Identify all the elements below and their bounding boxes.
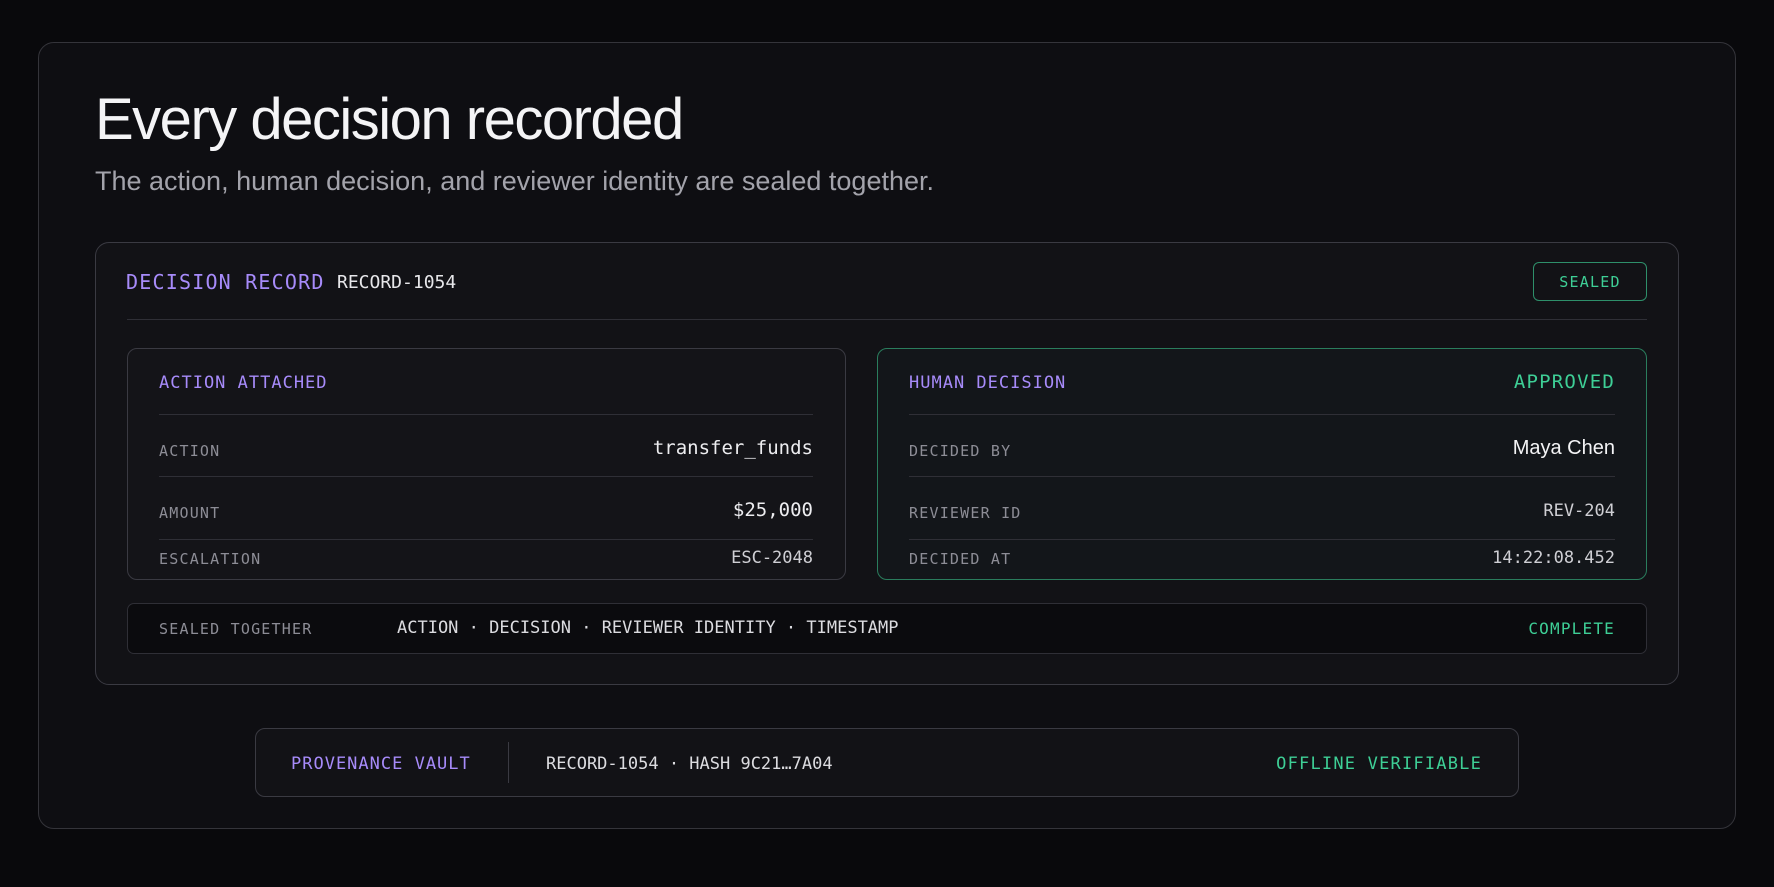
- sealed-together-label: SEALED TOGETHER: [159, 620, 313, 638]
- record-header-divider: [127, 319, 1647, 320]
- action-label: ACTION: [159, 442, 221, 460]
- reviewer-row-divider: [909, 539, 1615, 540]
- decision-panel-divider: [909, 414, 1615, 415]
- amount-row-divider: [159, 539, 813, 540]
- action-panel-heading: ACTION ATTACHED: [159, 373, 328, 393]
- escalation-label: ESCALATION: [159, 550, 262, 568]
- sealed-together-items: ACTION · DECISION · REVIEWER IDENTITY · …: [397, 618, 899, 638]
- escalation-value: ESC-2048: [731, 548, 813, 568]
- amount-label: AMOUNT: [159, 504, 221, 522]
- decided-by-value: Maya Chen: [1512, 437, 1615, 459]
- reviewer-id-label: REVIEWER ID: [909, 504, 1022, 522]
- amount-value: $25,000: [732, 499, 813, 521]
- page-subtitle: The action, human decision, and reviewer…: [95, 166, 935, 196]
- reviewer-id-value: REV-204: [1543, 501, 1615, 521]
- vault-separator: [508, 742, 509, 783]
- vault-record-hash: RECORD-1054 · HASH 9C21…7A04: [546, 754, 833, 774]
- action-row-divider: [159, 476, 813, 477]
- record-label: DECISION RECORD: [126, 270, 325, 294]
- action-panel-divider: [159, 414, 813, 415]
- record-id: RECORD-1054: [337, 272, 457, 293]
- decided-by-row-divider: [909, 476, 1615, 477]
- sealed-status-badge: SEALED: [1533, 262, 1647, 301]
- decision-panel-heading: HUMAN DECISION: [909, 373, 1067, 393]
- decided-at-value: 14:22:08.452: [1492, 548, 1615, 568]
- vault-label: PROVENANCE VAULT: [291, 754, 471, 774]
- sealed-complete-status: COMPLETE: [1528, 619, 1615, 638]
- decided-at-label: DECIDED AT: [909, 550, 1012, 568]
- page-title: Every decision recorded: [95, 87, 684, 152]
- action-value: transfer_funds: [652, 437, 813, 459]
- offline-verifiable-status: OFFLINE VERIFIABLE: [1276, 754, 1482, 774]
- approved-status: APPROVED: [1513, 371, 1615, 393]
- decided-by-label: DECIDED BY: [909, 442, 1012, 460]
